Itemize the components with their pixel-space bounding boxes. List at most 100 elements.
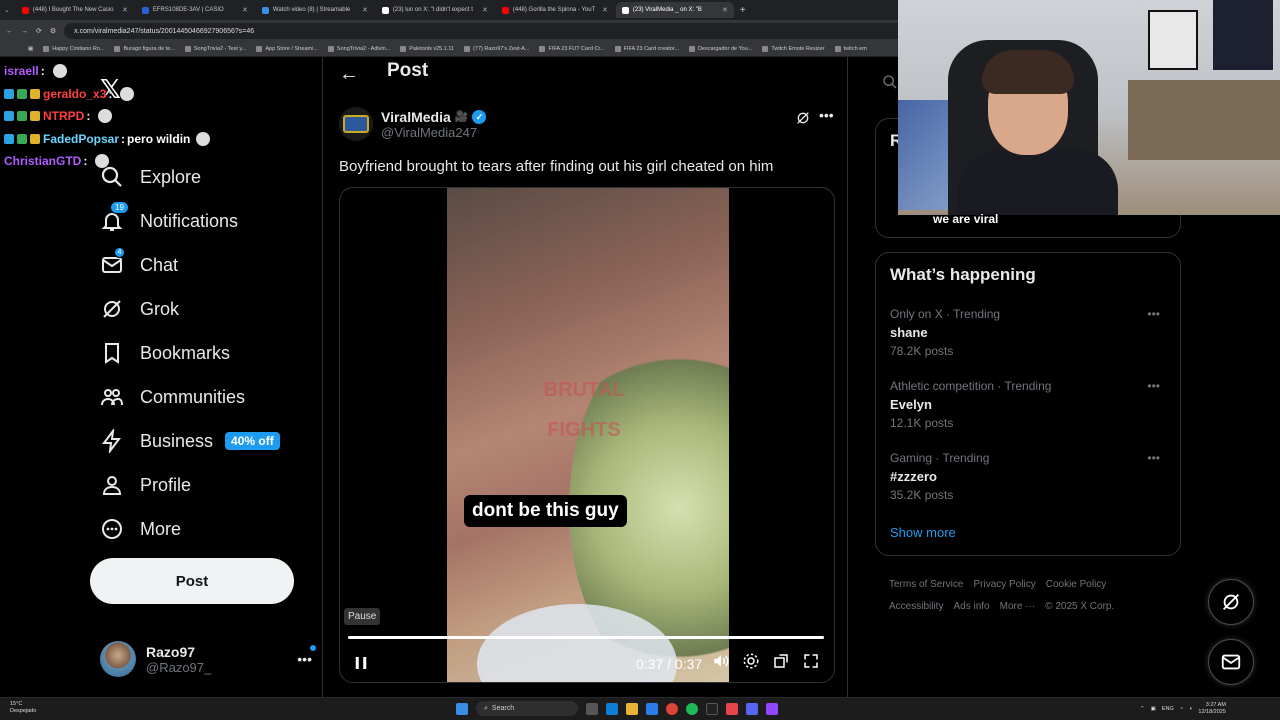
- bookmark-item[interactable]: twitch em: [834, 46, 867, 52]
- apps-icon[interactable]: ▦: [28, 46, 33, 52]
- file-explorer-icon[interactable]: [626, 702, 638, 715]
- sidebar-item-more[interactable]: More: [100, 515, 181, 543]
- chat-username[interactable]: israell: [4, 60, 39, 83]
- messages-fab-button[interactable]: [1208, 639, 1254, 685]
- chat-username[interactable]: geraldo_x3: [43, 83, 106, 106]
- sidebar-item-notifications[interactable]: 19 Notifications: [100, 201, 238, 235]
- footer-link[interactable]: © 2025 X Corp.: [1045, 601, 1114, 612]
- chat-username[interactable]: NTRPD: [43, 105, 84, 128]
- video-progress-bar[interactable]: [348, 636, 824, 639]
- bookmark-item[interactable]: Burago figura de te...: [114, 46, 175, 52]
- tray-apps-icon[interactable]: ▣: [1151, 706, 1156, 712]
- back-icon[interactable]: ←: [6, 28, 13, 35]
- footer-link[interactable]: Ads info: [953, 601, 989, 612]
- grok-icon[interactable]: [795, 110, 811, 131]
- footer-link[interactable]: Accessibility: [889, 601, 943, 612]
- grok-fab-button[interactable]: [1208, 579, 1254, 625]
- clock[interactable]: 3:27 AM 12/18/2025: [1198, 702, 1226, 716]
- close-tab-icon[interactable]: ✕: [482, 6, 488, 14]
- show-more-link[interactable]: Show more: [890, 525, 956, 540]
- sidebar-item-business[interactable]: Business 40% off: [100, 427, 280, 455]
- start-icon[interactable]: [456, 702, 468, 715]
- bookmark-item[interactable]: Happy Cristiano Ro...: [43, 46, 104, 52]
- tab-search-icon[interactable]: ⌄: [4, 6, 10, 14]
- spotify-icon[interactable]: [686, 702, 698, 715]
- browser-tab[interactable]: (23) lun on X: "I didn't expect t ✕: [376, 2, 494, 18]
- browser-tab[interactable]: (448) I Bought The New Casio ✕: [16, 2, 134, 18]
- fullscreen-icon[interactable]: [802, 652, 820, 675]
- settings-gear-icon[interactable]: [742, 652, 760, 675]
- bookmark-item[interactable]: Descargador de You...: [688, 46, 752, 52]
- chat-username[interactable]: ChristianGTD: [4, 150, 81, 173]
- footer-link[interactable]: More ···: [1000, 601, 1036, 612]
- app-icon[interactable]: [726, 702, 738, 715]
- volume-icon[interactable]: [712, 652, 730, 675]
- bookmark-item[interactable]: FIFA 23 FUT Card Cr...: [539, 46, 605, 52]
- store-icon[interactable]: [646, 702, 658, 715]
- bookmark-item[interactable]: Twitch Emote Resizer: [762, 46, 825, 52]
- pause-icon[interactable]: [352, 654, 370, 677]
- video-frame[interactable]: BRUTAL FIGHTS: [447, 188, 729, 682]
- bookmark-item[interactable]: (77) Razo97's Zest-A...: [464, 46, 529, 52]
- weather-widget[interactable]: 15°C Despejado: [10, 701, 36, 715]
- close-tab-icon[interactable]: ✕: [242, 6, 248, 14]
- footer-link[interactable]: Cookie Policy: [1046, 579, 1107, 590]
- new-tab-button[interactable]: +: [740, 5, 746, 16]
- bookmark-item[interactable]: App Store / Streami...: [256, 46, 318, 52]
- close-tab-icon[interactable]: ✕: [722, 6, 728, 14]
- bookmark-item[interactable]: Paletools v25.1.11: [400, 46, 454, 52]
- trend-more-icon[interactable]: •••: [1147, 307, 1160, 321]
- trend-more-icon[interactable]: •••: [1147, 379, 1160, 393]
- trend-more-icon[interactable]: •••: [1147, 451, 1160, 465]
- forward-icon[interactable]: →: [21, 28, 28, 35]
- post-author[interactable]: ViralMedia 🎥 ✓ @ViralMedia247: [339, 107, 487, 141]
- weather-temp: 15°C: [10, 701, 23, 707]
- bookmark-item[interactable]: SongTrivia2 - Test y...: [184, 46, 246, 52]
- post-more-icon[interactable]: •••: [819, 107, 834, 123]
- reload-icon[interactable]: ⟳: [36, 27, 42, 35]
- author-handle[interactable]: @ViralMedia247: [381, 125, 486, 140]
- browser-tab[interactable]: EFRS108DE-3AV | CASIO ✕: [136, 2, 254, 18]
- language-indicator[interactable]: ENG: [1162, 706, 1174, 712]
- wifi-icon[interactable]: ◔: [1180, 706, 1183, 712]
- discord-icon[interactable]: [746, 702, 758, 715]
- browser-tab[interactable]: Watch video (8) | Streamable ✕: [256, 2, 374, 18]
- video-player[interactable]: BRUTAL FIGHTS dont be this guy Pause 0:3…: [339, 187, 835, 683]
- speaker-icon[interactable]: ◖: [1189, 706, 1192, 712]
- obs-icon[interactable]: [706, 702, 718, 715]
- popout-icon[interactable]: [772, 652, 790, 675]
- chat-username[interactable]: FadedPopsar: [43, 128, 119, 151]
- post-button[interactable]: Post: [90, 558, 294, 604]
- trend-item[interactable]: Gaming · Trending #zzzero 35.2K posts •••: [890, 451, 1170, 502]
- browser-tab[interactable]: (448) Gorilla the Spinna - YouT ✕: [496, 2, 614, 18]
- site-info-icon[interactable]: ⚙: [50, 27, 56, 35]
- trend-item[interactable]: Athletic competition · Trending Evelyn 12.…: [890, 379, 1170, 430]
- more-dots-icon[interactable]: •••: [297, 645, 316, 667]
- tray-chevron-icon[interactable]: ⌃: [1140, 706, 1145, 712]
- browser-tab[interactable]: (23) ViralMedia _ on X: "B ✕: [615, 2, 734, 18]
- sidebar-item-bookmarks[interactable]: Bookmarks: [100, 339, 230, 367]
- bookmark-item[interactable]: SongTrivia2 - Adivin...: [327, 46, 390, 52]
- close-tab-icon[interactable]: ✕: [362, 6, 368, 14]
- taskbar-search[interactable]: ⌕ Search: [476, 701, 578, 716]
- twitch-icon[interactable]: [766, 702, 778, 715]
- back-arrow-icon[interactable]: ←: [339, 63, 359, 86]
- sidebar-item-profile[interactable]: Profile: [100, 471, 191, 499]
- edge-icon[interactable]: [606, 702, 618, 715]
- close-tab-icon[interactable]: ✕: [602, 6, 608, 14]
- chrome-icon[interactable]: [666, 702, 678, 715]
- author-avatar[interactable]: [339, 107, 373, 141]
- footer-link[interactable]: Terms of Service: [889, 579, 963, 590]
- author-name[interactable]: ViralMedia: [381, 109, 451, 125]
- sidebar-item-communities[interactable]: Communities: [100, 383, 245, 411]
- sidebar-item-grok[interactable]: Grok: [100, 295, 179, 323]
- chat-badge-icon: [30, 111, 40, 122]
- task-view-icon[interactable]: [586, 702, 598, 715]
- bookmark-item[interactable]: FIFA 23 Card creator...: [614, 46, 679, 52]
- search-icon[interactable]: [882, 74, 898, 95]
- account-switcher[interactable]: Razo97 @Razo97_ •••: [100, 639, 316, 679]
- trend-item[interactable]: Only on X · Trending shane 78.2K posts •••: [890, 307, 1170, 358]
- sidebar-item-chat[interactable]: 4 Chat: [100, 247, 178, 279]
- footer-link[interactable]: Privacy Policy: [973, 579, 1035, 590]
- close-tab-icon[interactable]: ✕: [122, 6, 128, 14]
